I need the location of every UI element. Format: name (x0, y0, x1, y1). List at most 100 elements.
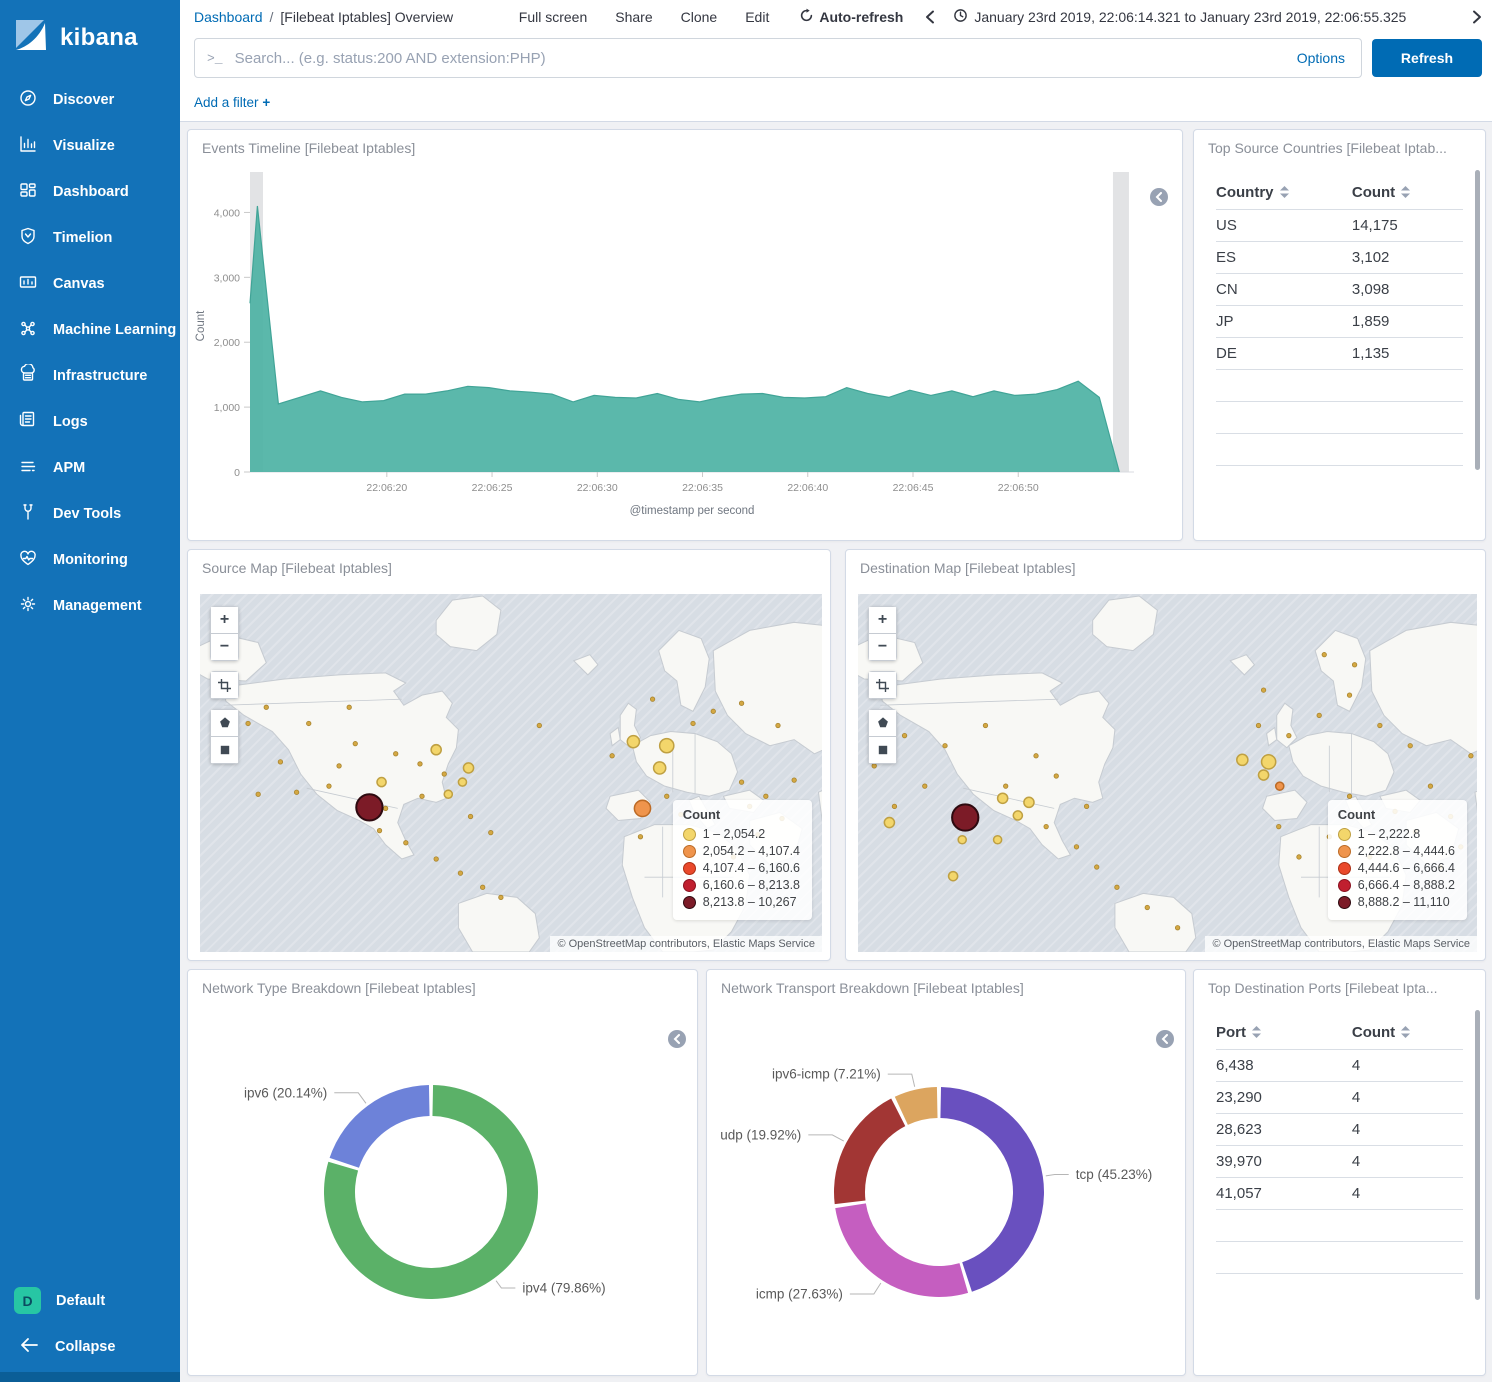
table-empty-row (1216, 1242, 1463, 1274)
sidebar-item-visualize[interactable]: Visualize (0, 123, 180, 169)
source-map[interactable]: +−Count1 – 2,054.22,054.2 – 4,107.44,107… (200, 594, 822, 952)
table-scrollbar[interactable] (1475, 170, 1480, 470)
map-marker-dot (1322, 652, 1326, 656)
clone-button[interactable]: Clone (681, 9, 718, 25)
share-button[interactable]: Share (615, 9, 652, 25)
donut-slice-ipv6[interactable] (330, 1085, 430, 1168)
map-marker[interactable] (634, 800, 650, 816)
time-range-picker[interactable]: January 23rd 2019, 22:06:14.321 to Janua… (953, 8, 1406, 26)
zoom-in-button[interactable]: + (210, 606, 239, 634)
legend-row: 6,666.4 – 8,888.2 (1338, 877, 1455, 894)
sidebar-item-management[interactable]: Management (0, 583, 180, 629)
map-marker[interactable] (1024, 797, 1034, 807)
table-row: 41,0574 (1216, 1178, 1463, 1210)
breadcrumb-dashboard-link[interactable]: Dashboard (194, 9, 263, 25)
sidebar-item-timelion[interactable]: Timelion (0, 215, 180, 261)
sidebar-item-canvas[interactable]: Canvas (0, 261, 180, 307)
sidebar-item-dashboard[interactable]: Dashboard (0, 169, 180, 215)
sidebar-item-label: Dev Tools (53, 506, 121, 522)
sidebar-item-infrastructure[interactable]: Infrastructure (0, 353, 180, 399)
map-marker[interactable] (444, 790, 452, 798)
panel-title[interactable]: Top Destination Ports [Filebeat Ipta... (1194, 970, 1485, 1000)
query-options-link[interactable]: Options (1293, 50, 1349, 66)
column-header[interactable]: Count (1352, 176, 1463, 210)
map-marker[interactable] (356, 794, 382, 820)
kibana-logo[interactable]: kibana (0, 0, 180, 77)
full-screen-button[interactable]: Full screen (519, 9, 587, 25)
donut-slice-icmp[interactable] (835, 1203, 968, 1297)
map-marker[interactable] (1259, 770, 1269, 780)
map-marker-dot (383, 806, 387, 810)
fit-data-bounds-button[interactable] (210, 671, 239, 699)
zoom-out-button[interactable]: − (868, 634, 897, 661)
map-marker-dot (246, 721, 250, 725)
map-marker-dot (393, 752, 397, 756)
search-input[interactable] (233, 49, 1293, 68)
edit-button[interactable]: Edit (745, 9, 769, 25)
map-marker[interactable] (884, 817, 894, 827)
svg-text:0: 0 (234, 467, 240, 479)
sidebar-item-discover[interactable]: Discover (0, 77, 180, 123)
map-marker[interactable] (994, 836, 1002, 844)
search-box[interactable]: >_ Options (194, 38, 1362, 78)
map-marker[interactable] (377, 778, 386, 787)
column-header[interactable]: Port (1216, 1016, 1352, 1050)
table-scrollbar[interactable] (1475, 1010, 1480, 1300)
panel-title[interactable]: Events Timeline [Filebeat Iptables] (188, 130, 1182, 160)
map-marker[interactable] (949, 872, 958, 881)
draw-rectangle-button[interactable] (210, 737, 239, 764)
panel-title[interactable]: Destination Map [Filebeat Iptables] (846, 550, 1485, 580)
auto-refresh-button[interactable]: Auto-refresh (799, 8, 903, 26)
sidebar-item-dev-tools[interactable]: Dev Tools (0, 491, 180, 537)
panel-title[interactable]: Network Transport Breakdown [Filebeat Ip… (707, 970, 1185, 1000)
map-marker[interactable] (654, 762, 666, 774)
donut-slice-tcp[interactable] (940, 1087, 1044, 1292)
map-marker[interactable] (1276, 782, 1284, 790)
map-marker[interactable] (1013, 811, 1022, 820)
map-marker[interactable] (627, 736, 639, 748)
map-controls: +− (868, 606, 897, 764)
fit-data-bounds-button[interactable] (868, 671, 897, 699)
legend-row: 4,444.6 – 6,666.4 (1338, 860, 1455, 877)
sidebar-item-logs[interactable]: Logs (0, 399, 180, 445)
zoom-out-button[interactable]: − (210, 634, 239, 661)
map-marker[interactable] (952, 804, 978, 830)
breadcrumb-bar: Dashboard / [Filebeat Iptables] Overview… (180, 0, 1492, 32)
map-marker[interactable] (1262, 755, 1276, 769)
destination-map[interactable]: +−Count1 – 2,222.82,222.8 – 4,444.64,444… (858, 594, 1477, 952)
column-header[interactable]: Country (1216, 176, 1352, 210)
map-marker[interactable] (998, 793, 1008, 803)
time-back-chevron[interactable] (925, 10, 935, 24)
map-marker[interactable] (458, 778, 466, 786)
sidebar-collapse-button[interactable]: Collapse (0, 1324, 180, 1372)
column-header[interactable]: Count (1352, 1016, 1463, 1050)
time-forward-chevron[interactable] (1472, 10, 1482, 24)
add-filter-button[interactable]: Add a filter + (194, 95, 270, 110)
donut-label-ipv6: ipv6 (20.14%) (244, 1085, 327, 1100)
map-marker[interactable] (958, 836, 966, 844)
map-marker[interactable] (463, 763, 473, 773)
sidebar-item-space-default[interactable]: D Default (0, 1277, 180, 1324)
panel-title[interactable]: Source Map [Filebeat Iptables] (188, 550, 830, 580)
zoom-in-button[interactable]: + (868, 606, 897, 634)
map-marker[interactable] (1237, 754, 1248, 765)
panel-top-source-countries: Top Source Countries [Filebeat Iptab... … (1193, 129, 1486, 541)
table-cell: 39,970 (1216, 1146, 1352, 1178)
draw-rectangle-button[interactable] (868, 737, 897, 764)
map-marker-dot (256, 792, 260, 796)
legend-swatch (683, 896, 696, 909)
refresh-button[interactable]: Refresh (1372, 39, 1482, 77)
draw-polygon-button[interactable] (868, 709, 897, 737)
panel-title[interactable]: Network Type Breakdown [Filebeat Iptable… (188, 970, 697, 1000)
time-range-text: January 23rd 2019, 22:06:14.321 to Janua… (974, 9, 1406, 25)
panel-title[interactable]: Top Source Countries [Filebeat Iptab... (1194, 130, 1485, 160)
sidebar-item-machine-learning[interactable]: Machine Learning (0, 307, 180, 353)
sidebar-item-label: Management (53, 598, 142, 614)
sidebar-item-apm[interactable]: APM (0, 445, 180, 491)
map-marker[interactable] (431, 745, 441, 755)
donut-slice-udp[interactable] (834, 1099, 905, 1205)
map-marker-dot (1115, 885, 1119, 889)
sidebar-item-monitoring[interactable]: Monitoring (0, 537, 180, 583)
map-marker[interactable] (660, 739, 674, 753)
draw-polygon-button[interactable] (210, 709, 239, 737)
